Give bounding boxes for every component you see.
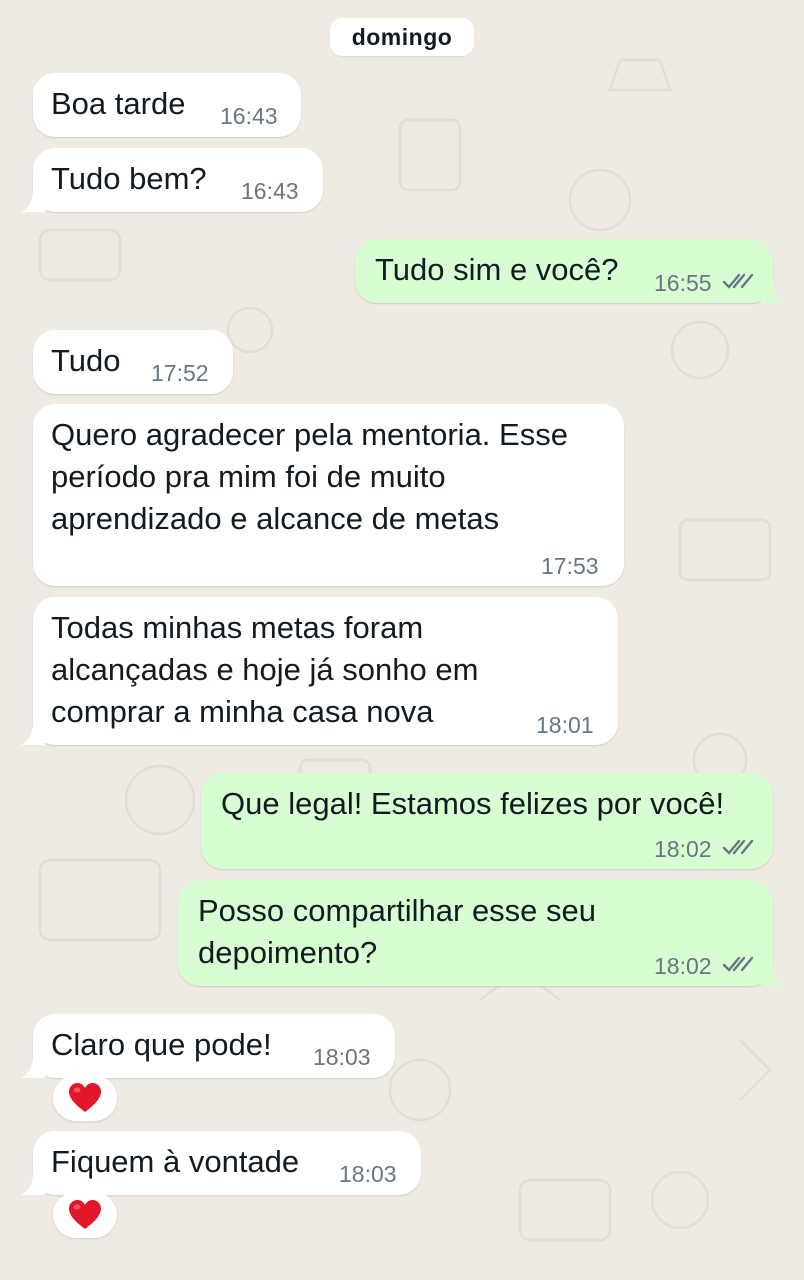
message-bubble-incoming[interactable]: Todas minhas metas foram alcançadas e ho… <box>21 597 618 745</box>
bubble-tail <box>21 190 45 212</box>
message-text: Posso compartilhar esse seu depoimento? <box>198 893 597 970</box>
message-time: 18:02 <box>654 836 712 862</box>
bubble-tail <box>21 1056 45 1078</box>
message-time: 18:03 <box>313 1044 371 1070</box>
message-text: Quero agradecer pela mentoria. Esse perí… <box>51 417 568 536</box>
message-text: Tudo <box>51 343 121 378</box>
message-bubble-outgoing[interactable]: Tudo sim e você? 16:55 <box>355 239 785 303</box>
message-time: 16:55 <box>654 270 712 296</box>
bubble-tail <box>21 1173 45 1195</box>
message-bubble-incoming[interactable]: Claro que pode! 18:03 <box>21 1014 395 1078</box>
date-separator: domingo <box>330 18 474 56</box>
message-bubble-incoming[interactable]: Boa tarde 16:43 <box>33 73 301 137</box>
message-text: Todas minhas metas foram alcançadas e ho… <box>51 610 479 729</box>
message-bubble-incoming[interactable]: Quero agradecer pela mentoria. Esse perí… <box>33 404 624 586</box>
red-heart-icon <box>69 1200 101 1229</box>
message-bubble-outgoing[interactable]: Que legal! Estamos felizes por você! 18:… <box>201 773 773 869</box>
message-text: Tudo bem? <box>51 161 207 196</box>
message-bubble-outgoing[interactable]: Posso compartilhar esse seu depoimento? … <box>178 880 785 986</box>
message-text: Boa tarde <box>51 86 186 121</box>
message-time: 17:53 <box>541 553 599 579</box>
bubble-tail <box>761 281 785 303</box>
double-check-icon <box>722 273 754 289</box>
message-time: 18:03 <box>339 1161 397 1187</box>
message-text: Que legal! Estamos felizes por você! <box>221 786 725 821</box>
message-text: Fiquem à vontade <box>51 1144 300 1179</box>
message-reaction[interactable] <box>53 1075 117 1121</box>
bubble-tail <box>761 964 785 986</box>
double-check-icon <box>722 956 754 972</box>
message-bubble-incoming[interactable]: Tudo bem? 16:43 <box>21 148 323 212</box>
message-time: 17:52 <box>151 360 209 386</box>
red-heart-icon <box>69 1083 101 1112</box>
message-text: Claro que pode! <box>51 1027 272 1062</box>
message-text: Tudo sim e você? <box>375 252 619 287</box>
message-time: 16:43 <box>220 103 278 129</box>
message-reaction[interactable] <box>53 1192 117 1238</box>
message-bubble-incoming[interactable]: Fiquem à vontade 18:03 <box>21 1131 421 1195</box>
double-check-icon <box>722 839 754 855</box>
message-time: 18:02 <box>654 953 712 979</box>
bubble-tail <box>21 723 45 745</box>
message-time: 18:01 <box>536 712 594 738</box>
message-time: 16:43 <box>241 178 299 204</box>
message-bubble-incoming[interactable]: Tudo 17:52 <box>33 330 233 394</box>
